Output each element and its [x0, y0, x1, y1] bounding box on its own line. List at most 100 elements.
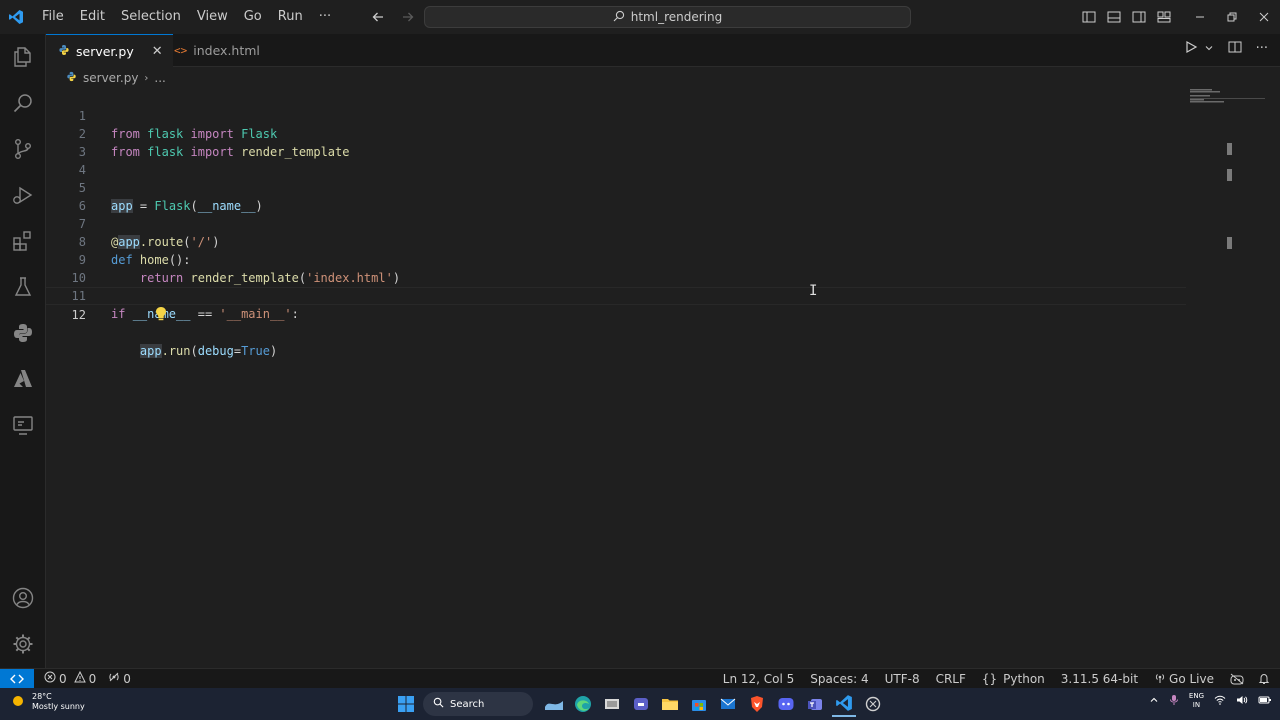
- run-file-icon[interactable]: [1184, 40, 1198, 57]
- command-center-search[interactable]: html_rendering: [424, 6, 911, 28]
- language-indicator[interactable]: ENG IN: [1189, 692, 1204, 710]
- chevron-up-icon[interactable]: [1149, 695, 1159, 707]
- teams-icon[interactable]: [803, 691, 827, 717]
- search-label: Search: [450, 698, 485, 710]
- ports-indicator[interactable]: 0: [102, 669, 137, 689]
- volume-icon[interactable]: [1236, 695, 1248, 707]
- code-line: 5 app = Flask(__name__): [46, 161, 1186, 213]
- code-editor[interactable]: 1 from flask import Flask 2 from flask i…: [46, 89, 1268, 668]
- problems-indicator[interactable]: 0 0: [38, 669, 102, 689]
- teams-meet-icon[interactable]: [629, 691, 653, 717]
- code-line: 11 if __name__ == '__main__':: [46, 269, 1186, 321]
- azure-icon[interactable]: [0, 356, 46, 402]
- notifications-bell-icon[interactable]: [1252, 669, 1276, 689]
- widgets-icon[interactable]: [542, 691, 566, 717]
- explorer-icon[interactable]: [0, 34, 46, 80]
- wifi-icon[interactable]: [1214, 695, 1226, 707]
- editor-scrollbar[interactable]: [1222, 89, 1236, 668]
- chevron-right-icon: ›: [144, 72, 149, 84]
- chatgpt-icon[interactable]: [861, 691, 885, 717]
- toggle-secondary-sidebar-icon[interactable]: [1126, 5, 1151, 29]
- windows-start-icon[interactable]: [394, 691, 418, 717]
- code-line: 8 def home():: [46, 215, 1186, 267]
- toggle-primary-sidebar-icon[interactable]: [1076, 5, 1101, 29]
- breadcrumb-more[interactable]: ...: [154, 71, 165, 85]
- go-live-button[interactable]: Go Live: [1146, 669, 1222, 689]
- status-bar: 0 0 0 Ln 12, Col 5 Spaces: 4 UTF-8 CRLF …: [0, 668, 1280, 689]
- search-icon[interactable]: [0, 80, 46, 126]
- editor-tabs: server.py ✕ <> index.html ···: [46, 34, 1280, 68]
- menu-file[interactable]: File: [34, 4, 72, 30]
- edge-icon[interactable]: [571, 691, 595, 717]
- back-arrow-icon[interactable]: [366, 6, 390, 28]
- line-number: 12: [71, 308, 86, 322]
- brave-icon[interactable]: [745, 691, 769, 717]
- broadcast-icon: [108, 671, 120, 686]
- customize-layout-icon[interactable]: [1151, 5, 1176, 29]
- error-icon: [44, 671, 56, 686]
- menu-run[interactable]: Run: [270, 4, 311, 30]
- menu-go[interactable]: Go: [236, 4, 270, 30]
- language-mode[interactable]: {} Python: [974, 669, 1053, 689]
- restore-icon[interactable]: [1216, 0, 1248, 34]
- code-text: app.run(debug=True): [139, 344, 278, 358]
- split-editor-icon[interactable]: [1228, 40, 1242, 57]
- file-explorer-icon[interactable]: [658, 691, 682, 717]
- title-right-controls: [1076, 0, 1280, 34]
- discord-icon[interactable]: [774, 691, 798, 717]
- breadcrumb-file[interactable]: server.py: [83, 71, 138, 85]
- system-tray: ENG IN: [1149, 692, 1272, 710]
- html-file-icon: <>: [174, 44, 188, 57]
- encoding[interactable]: UTF-8: [877, 669, 928, 689]
- menu-view[interactable]: View: [189, 4, 236, 30]
- forward-arrow-icon[interactable]: [396, 6, 420, 28]
- python-interpreter[interactable]: 3.11.5 64-bit: [1053, 669, 1146, 689]
- python-file-icon: [58, 44, 70, 59]
- more-actions-icon[interactable]: ···: [1256, 41, 1268, 56]
- minimize-icon[interactable]: [1184, 0, 1216, 34]
- code-line: 10: [46, 251, 1186, 285]
- battery-icon[interactable]: [1258, 695, 1272, 707]
- gear-icon[interactable]: [0, 621, 46, 667]
- menu-selection[interactable]: Selection: [113, 4, 189, 30]
- chevron-down-icon[interactable]: [1204, 41, 1214, 56]
- indentation[interactable]: Spaces: 4: [802, 669, 876, 689]
- remote-explorer-icon[interactable]: [0, 402, 46, 448]
- task-view-icon[interactable]: [600, 691, 624, 717]
- tab-server-py[interactable]: server.py ✕: [46, 34, 173, 68]
- mail-icon[interactable]: [716, 691, 740, 717]
- scroll-marker: [1227, 237, 1232, 249]
- testing-flask-icon[interactable]: [0, 264, 46, 310]
- line-ending[interactable]: CRLF: [928, 669, 974, 689]
- copilot-icon[interactable]: [1222, 669, 1252, 689]
- microphone-icon[interactable]: [1169, 694, 1179, 708]
- go-live-label: Go Live: [1169, 672, 1214, 686]
- python-file-icon: [66, 71, 77, 85]
- menu-more[interactable]: ···: [311, 4, 339, 30]
- microsoft-store-icon[interactable]: [687, 691, 711, 717]
- extensions-icon[interactable]: [0, 218, 46, 264]
- code-line: 4: [46, 143, 1186, 177]
- scroll-marker: [1227, 143, 1232, 155]
- temperature: 28°C: [32, 692, 52, 701]
- cursor-position[interactable]: Ln 12, Col 5: [715, 669, 803, 689]
- broadcast-icon: [1154, 672, 1166, 687]
- tab-index-html[interactable]: <> index.html: [162, 34, 270, 67]
- menu-edit[interactable]: Edit: [72, 4, 113, 30]
- code-line: 7 @app.route('/'): [46, 197, 1186, 249]
- run-debug-icon[interactable]: [0, 172, 46, 218]
- tab-label: server.py: [76, 44, 134, 59]
- close-window-icon[interactable]: [1248, 0, 1280, 34]
- accounts-icon[interactable]: [0, 575, 46, 621]
- close-icon[interactable]: ✕: [152, 44, 163, 59]
- lightbulb-icon[interactable]: [112, 288, 167, 345]
- toggle-panel-icon[interactable]: [1101, 5, 1126, 29]
- source-control-icon[interactable]: [0, 126, 46, 172]
- code-line-current: 12 app.run(debug=True): [46, 287, 1186, 358]
- remote-indicator-icon[interactable]: [0, 668, 34, 689]
- taskbar-search[interactable]: Search: [423, 692, 533, 716]
- vscode-taskbar-icon[interactable]: [832, 691, 856, 717]
- python-icon[interactable]: [0, 310, 46, 356]
- workspace-name: html_rendering: [630, 10, 723, 24]
- weather-widget[interactable]: 28°C Mostly sunny: [10, 692, 85, 712]
